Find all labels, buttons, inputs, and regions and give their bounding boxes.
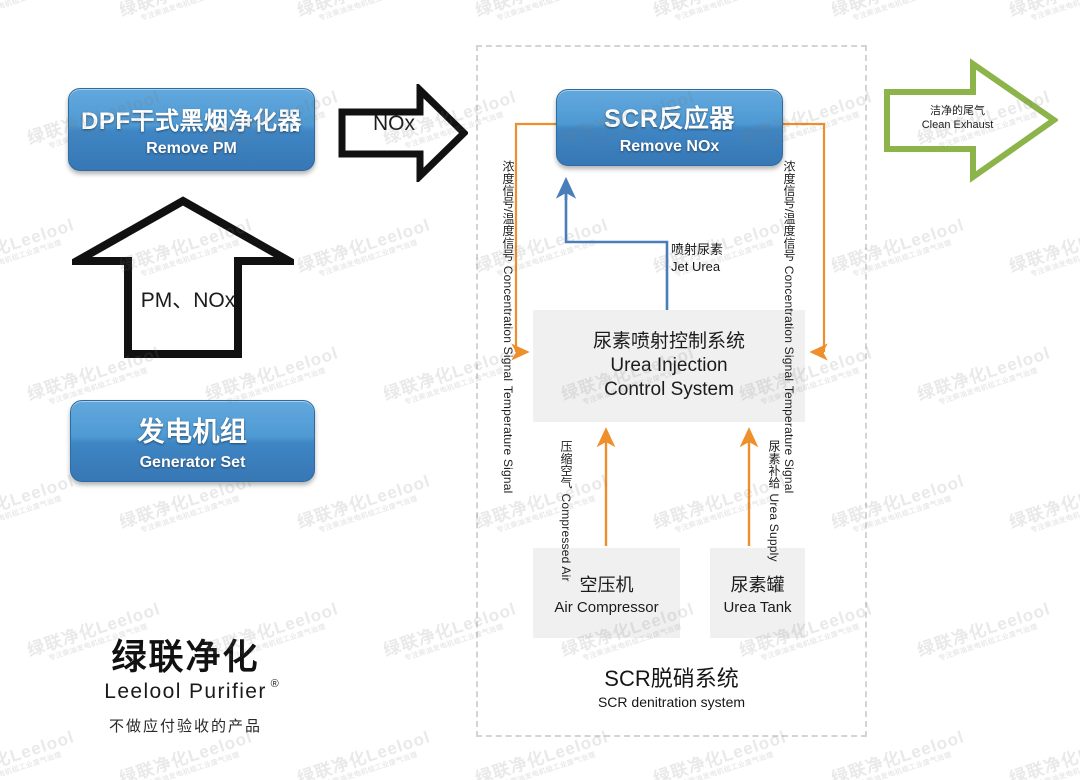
generator-set-box[interactable]: 发电机组 Generator Set [70, 400, 315, 482]
urea-supply-label-cn: 尿素补给 [767, 440, 781, 489]
logo-name-en-row: Leelool Purifier ® [104, 678, 278, 704]
compressed-air-label-cn: 压缩空气 [559, 440, 573, 489]
left-signal-label: 浓度信号/温度信号 Concentration Signal Temperatu… [498, 160, 518, 494]
logo-name-cn: 绿联净化 [111, 638, 260, 678]
scr-reactor-title-en: Remove NOx [619, 138, 720, 155]
scr-system-title-cn: SCR脱硝系统 [604, 666, 739, 691]
left-signal-label-en1: Concentration Signal [501, 265, 515, 382]
company-logo: 绿联净化 Leelool Purifier ® 不做应付验收的产品 [78, 640, 293, 736]
jet-urea-line [555, 176, 669, 310]
jet-urea-label-en: Jet Urea [671, 258, 721, 274]
scr-reactor-title-cn: SCR反应器 [604, 105, 735, 133]
left-signal-label-cn: 浓度信号/温度信号 [501, 160, 515, 262]
urea-injection-control-title-cn: 尿素喷射控制系统 [592, 330, 745, 352]
generator-set-title-en: Generator Set [139, 454, 246, 471]
logo-slogan: 不做应付验收的产品 [108, 717, 262, 735]
urea-supply-label: 尿素补给 Urea Supply [764, 440, 784, 562]
scr-system-title-en: SCR denitration system [597, 693, 746, 710]
jet-urea-label-cn: 喷射尿素 [671, 242, 724, 257]
generator-set-title-cn: 发电机组 [137, 417, 248, 447]
urea-injection-control-title-en2: Control System [604, 379, 734, 401]
logo-name-en: Leelool Purifier [104, 679, 267, 703]
urea-supply-label-en: Urea Supply [767, 493, 781, 562]
right-signal-label-en2: Temperature Signal [782, 385, 796, 494]
dpf-purifier-title-en: Remove PM [146, 140, 237, 157]
scr-system-title: SCR脱硝系统 SCR denitration system [476, 665, 867, 711]
dpf-purifier-title-cn: DPF干式黑烟净化器 [81, 108, 302, 135]
urea-tank-title-cn: 尿素罐 [730, 574, 785, 595]
compressed-air-label-en: Compressed Air [559, 493, 573, 582]
air-compressor-title-cn: 空压机 [579, 574, 634, 595]
air-compressor-title-en: Air Compressor [554, 598, 659, 616]
registered-trademark-icon: ® [270, 677, 279, 690]
right-signal-label-en1: Concentration Signal [782, 265, 796, 382]
right-signal-label-cn: 浓度信号/温度信号 [782, 160, 796, 262]
compressed-air-label: 压缩空气 Compressed Air [556, 440, 576, 582]
urea-injection-control-box[interactable]: 尿素喷射控制系统 Urea Injection Control System [533, 310, 805, 422]
dpf-purifier-box[interactable]: DPF干式黑烟净化器 Remove PM [68, 88, 315, 171]
scr-reactor-box[interactable]: SCR反应器 Remove NOx [556, 89, 783, 166]
left-signal-label-en2: Temperature Signal [501, 385, 515, 494]
nox-arrow-icon [338, 84, 468, 182]
clean-exhaust-arrow-icon [884, 58, 1058, 183]
urea-tank-box[interactable]: 尿素罐 Urea Tank [710, 548, 805, 638]
urea-injection-control-title-en1: Urea Injection [610, 354, 728, 376]
jet-urea-label: 喷射尿素 Jet Urea [671, 242, 723, 276]
urea-tank-title-en: Urea Tank [723, 598, 792, 616]
diagram-canvas: NOx PM、NOx 洁净的尾气 Clean Exhaust DPF干式黑烟净化… [0, 0, 1080, 780]
pm-nox-arrow-icon [72, 196, 294, 358]
